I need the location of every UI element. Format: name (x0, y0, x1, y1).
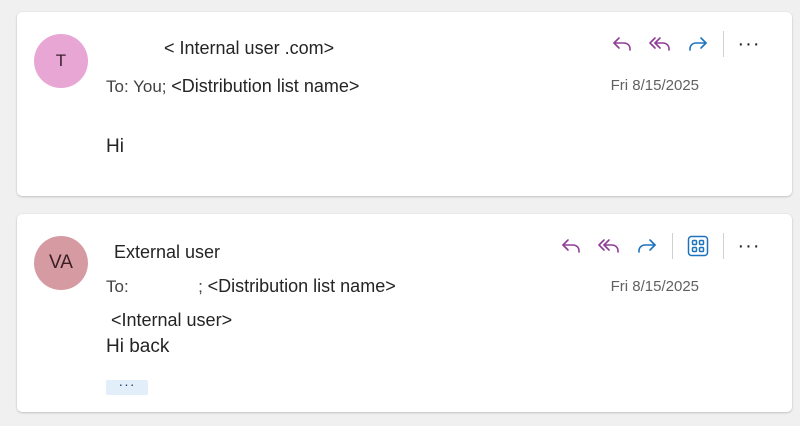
reply-all-icon (598, 239, 619, 253)
reply-icon (562, 239, 580, 253)
message-card[interactable]: T < Internal user .com> ··· To: You; <Di… (17, 12, 792, 196)
avatar-initials: T (55, 51, 67, 70)
apps-icon (687, 235, 709, 257)
reply-all-button[interactable] (596, 233, 622, 259)
message-date: Fri 8/15/2025 (610, 77, 699, 94)
reply-all-icon (649, 37, 670, 51)
forward-icon (689, 37, 707, 51)
message-card[interactable]: VA External user ··· To: ; <Distribution… (17, 214, 792, 412)
to-recipients[interactable]: ; (198, 277, 203, 296)
sender-name[interactable]: External user (114, 242, 220, 263)
more-icon: ··· (737, 33, 761, 55)
message-body: Hi (106, 136, 124, 157)
avatar[interactable]: T (34, 34, 88, 88)
distribution-list[interactable]: <Distribution list name> (208, 276, 396, 296)
ellipsis-icon: ··· (118, 376, 136, 392)
sender-name[interactable]: < Internal user .com> (164, 38, 334, 59)
more-icon: ··· (737, 235, 761, 257)
reply-all-button[interactable] (647, 31, 673, 57)
avatar-initials: VA (49, 252, 73, 273)
recipients-line: To: ; <Distribution list name> (106, 276, 396, 297)
to-label: To: (106, 277, 129, 296)
forward-button[interactable] (634, 233, 660, 259)
show-more-button[interactable]: ··· (106, 377, 148, 395)
reply-button[interactable] (609, 31, 635, 57)
toolbar-divider (723, 31, 724, 57)
reply-button[interactable] (558, 233, 584, 259)
message-body: Hi back (106, 336, 170, 357)
apps-button[interactable] (685, 233, 711, 259)
distribution-list[interactable]: <Distribution list name> (171, 76, 359, 96)
message-date: Fri 8/15/2025 (610, 278, 699, 295)
reply-icon (613, 37, 631, 51)
more-options-button[interactable]: ··· (736, 236, 762, 256)
avatar[interactable]: VA (34, 236, 88, 290)
to-label: To: (106, 77, 129, 96)
quoted-sender: <Internal user> (111, 310, 233, 330)
message-actions: ··· (546, 232, 762, 260)
recipients-line: To: You; <Distribution list name> (106, 76, 359, 97)
message-actions: ··· (597, 30, 762, 58)
to-recipients[interactable]: You; (133, 77, 166, 96)
more-options-button[interactable]: ··· (736, 34, 762, 54)
toolbar-divider (723, 233, 724, 259)
forward-icon (638, 239, 656, 253)
toolbar-divider (672, 233, 673, 259)
forward-button[interactable] (685, 31, 711, 57)
